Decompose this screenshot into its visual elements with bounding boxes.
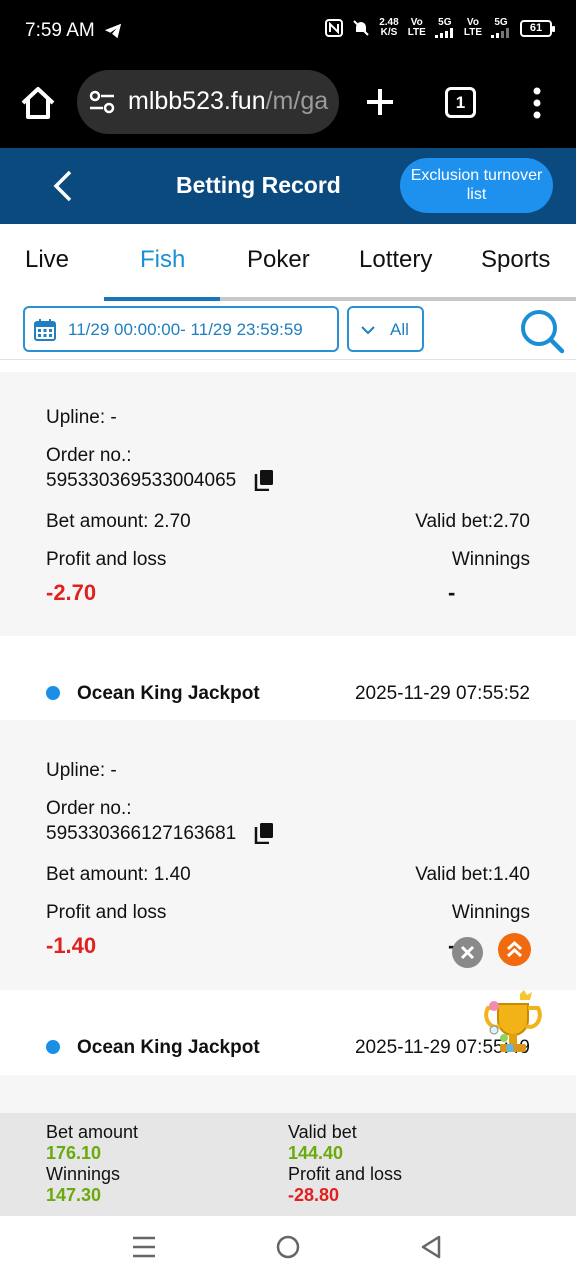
winnings-label: Winnings <box>451 549 530 570</box>
browser-toolbar: mlbb523.fun/m/ga 1 <box>0 62 576 148</box>
status-select-value: All <box>390 320 409 339</box>
tab-lottery[interactable]: Lottery <box>359 246 432 274</box>
valid-bet: Valid bet:1.40 <box>415 864 530 885</box>
category-tabs: Live Fish Poker Lottery Sports <box>0 224 576 302</box>
scroll-top-button[interactable] <box>498 933 531 966</box>
record-dot <box>46 686 60 700</box>
copy-icon[interactable] <box>254 469 274 491</box>
game-name: Ocean King Jackpot <box>77 1037 260 1058</box>
tune-icon[interactable] <box>89 90 115 114</box>
tab-poker[interactable]: Poker <box>247 246 310 274</box>
nfc-icon <box>325 19 344 37</box>
status-icons: 2.48 K/S Vo LTE 5G Vo LTE 5G 61 <box>325 17 555 38</box>
url-text[interactable]: mlbb523.fun/m/ga <box>128 87 328 116</box>
profit-loss-value: -2.70 <box>46 580 97 605</box>
back-arrow-icon[interactable] <box>50 168 76 204</box>
record-card: Upline: - Order no.: 595330366127163681 … <box>0 720 576 990</box>
close-float-button[interactable] <box>452 937 483 968</box>
record-card <box>0 1075 576 1113</box>
back-triangle-icon[interactable] <box>420 1235 442 1259</box>
search-icon[interactable] <box>519 308 565 354</box>
home-icon[interactable] <box>18 83 58 123</box>
order-number: 595330369533004065 <box>46 470 237 491</box>
system-nav-bar <box>0 1216 576 1280</box>
summary-valid-bet-label: Valid bet <box>288 1122 357 1142</box>
summary-profit-label: Profit and loss <box>288 1164 403 1184</box>
record-header[interactable]: Ocean King Jackpot 2025-11-29 07:55:52 <box>0 636 576 720</box>
home-circle-icon[interactable] <box>276 1235 300 1259</box>
game-name: Ocean King Jackpot <box>77 683 260 704</box>
trophy-icon[interactable] <box>480 990 546 1060</box>
calendar-icon <box>34 319 56 341</box>
summary-profit-value: -28.80 <box>288 1185 340 1205</box>
date-range-picker[interactable]: 11/29 00:00:00- 11/29 23:59:59 <box>23 306 339 352</box>
winnings-label: Winnings <box>451 902 530 923</box>
upline-label: Upline: - <box>46 407 117 428</box>
order-label: Order no.: <box>46 798 132 819</box>
status-select[interactable]: All <box>347 306 424 352</box>
profit-loss-label: Profit and loss <box>46 902 167 923</box>
copy-icon[interactable] <box>254 822 274 844</box>
filter-row: 11/29 00:00:00- 11/29 23:59:59 All <box>0 302 576 360</box>
summary-panel: Bet amount 176.10 Valid bet 144.40 Winni… <box>0 1113 576 1216</box>
tab-switcher-button[interactable]: 1 <box>445 87 476 118</box>
list-spacer <box>0 360 576 372</box>
record-card: Upline: - Order no.: 595330369533004065 … <box>0 372 576 636</box>
signal-icon <box>491 28 509 38</box>
order-label: Order no.: <box>46 445 132 466</box>
profit-loss-value: -1.40 <box>46 933 97 958</box>
recents-icon[interactable] <box>132 1236 156 1258</box>
summary-winnings-label: Winnings <box>46 1164 121 1184</box>
summary-bet-amount-label: Bet amount <box>46 1122 139 1142</box>
record-dot <box>46 1040 60 1054</box>
url-bar[interactable]: mlbb523.fun/m/ga <box>77 70 339 134</box>
bet-amount: Bet amount: 1.40 <box>46 864 191 885</box>
battery-icon: 61 <box>520 19 555 37</box>
chevron-down-icon <box>361 326 375 335</box>
tab-fish[interactable]: Fish <box>140 246 185 274</box>
telegram-icon <box>104 23 122 39</box>
record-time: 2025-11-29 07:55:52 <box>354 683 530 704</box>
valid-bet: Valid bet:2.70 <box>415 511 530 532</box>
summary-winnings-value: 147.30 <box>46 1185 102 1205</box>
plus-icon[interactable] <box>364 86 396 118</box>
date-range-text: 11/29 00:00:00- 11/29 23:59:59 <box>68 320 303 339</box>
winnings-value: - <box>448 580 456 605</box>
tab-live[interactable]: Live <box>25 246 69 274</box>
exclusion-turnover-button[interactable]: Exclusion turnover list <box>400 158 553 213</box>
close-icon <box>460 945 475 960</box>
speed-indicator: 2.48 K/S <box>379 17 399 38</box>
app-header: Betting Record Exclusion turnover list <box>0 148 576 224</box>
order-number: 595330366127163681 <box>46 823 237 844</box>
status-bar: 7:59 AM 2.48 K/S Vo LTE 5G Vo LTE 5G 61 <box>0 0 576 62</box>
volte-1: Vo LTE <box>407 17 426 38</box>
network-1: 5G <box>434 18 455 38</box>
summary-bet-amount-value: 176.10 <box>46 1143 102 1163</box>
page-title: Betting Record <box>176 172 341 198</box>
more-icon[interactable] <box>530 86 544 120</box>
status-time: 7:59 AM <box>25 20 95 41</box>
double-chevron-up-icon <box>506 940 523 958</box>
upline-label: Upline: - <box>46 760 117 781</box>
mute-icon <box>353 20 369 36</box>
volte-2: Vo LTE <box>463 17 482 38</box>
tab-sports[interactable]: Sports <box>481 246 550 274</box>
tab-active-indicator <box>104 297 220 301</box>
bet-amount: Bet amount: 2.70 <box>46 511 191 532</box>
summary-valid-bet-value: 144.40 <box>288 1143 344 1163</box>
network-2: 5G <box>491 18 511 38</box>
signal-icon <box>434 28 453 38</box>
profit-loss-label: Profit and loss <box>46 549 167 570</box>
